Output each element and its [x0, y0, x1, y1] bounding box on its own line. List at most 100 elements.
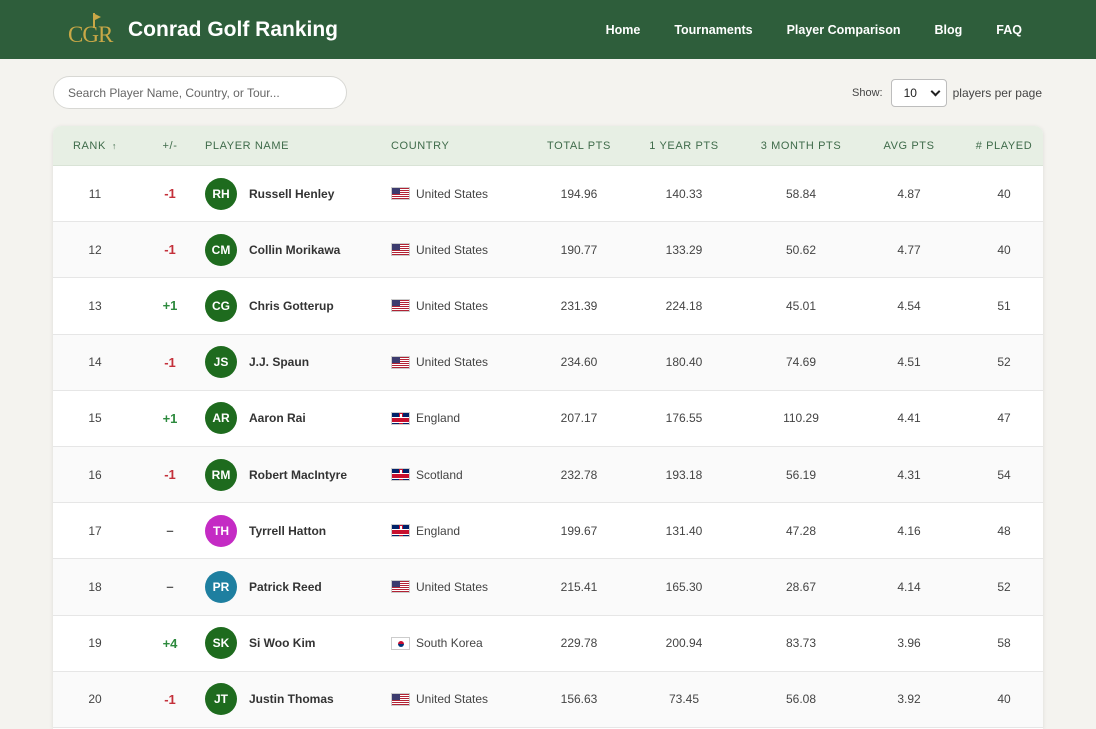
- avatar: RM: [205, 458, 237, 491]
- table-row[interactable]: 12 -1 CM Collin Morikawa United States 190.77…: [53, 222, 1043, 279]
- top-header: CGR Conrad Golf Ranking Home Tournaments…: [0, 0, 1096, 59]
- player-name[interactable]: Aaron Rai: [249, 411, 306, 425]
- nav-blog[interactable]: Blog: [935, 23, 963, 37]
- nav-home[interactable]: Home: [606, 23, 641, 37]
- table-row[interactable]: 11 -1 RH Russell Henley United States 194.96 1…: [53, 166, 1043, 223]
- year-pts-cell: 200.94: [665, 636, 703, 651]
- month-pts-cell: 50.62: [785, 242, 817, 257]
- per-page-select[interactable]: 10: [890, 78, 947, 107]
- nav-tournaments[interactable]: Tournaments: [674, 23, 752, 37]
- country-cell: England: [391, 524, 539, 538]
- logo-text: CGR: [68, 21, 113, 47]
- country-cell: United States: [391, 692, 539, 706]
- player-cell[interactable]: JS J.J. Spaun: [203, 346, 391, 379]
- year-pts-cell: 176.55: [665, 411, 703, 426]
- main-nav: Home Tournaments Player Comparison Blog …: [606, 23, 1022, 37]
- header-avg-pts[interactable]: Avg Pts: [853, 140, 965, 152]
- played-cell: 54: [997, 467, 1011, 482]
- table-row[interactable]: 17 – TH Tyrrell Hatton England 199.67 131.40 47…: [53, 503, 1043, 560]
- player-cell[interactable]: CG Chris Gotterup: [203, 289, 391, 322]
- player-cell[interactable]: RM Robert MacIntyre: [203, 458, 391, 491]
- player-cell[interactable]: PR Patrick Reed: [203, 570, 391, 603]
- rank-cell: 17: [88, 523, 102, 538]
- player-name[interactable]: Russell Henley: [249, 187, 334, 201]
- player-name[interactable]: Patrick Reed: [249, 580, 322, 594]
- header-played[interactable]: # Played: [965, 140, 1043, 152]
- uk-flag-icon: [391, 411, 410, 425]
- us-flag-icon: [391, 243, 410, 257]
- avg-pts-cell: 4.54: [897, 298, 921, 313]
- year-pts-cell: 224.18: [665, 298, 703, 313]
- brand-link[interactable]: CGR Conrad Golf Ranking: [68, 12, 338, 47]
- player-name[interactable]: Robert MacIntyre: [249, 468, 347, 482]
- header-rank[interactable]: Rank ↑: [53, 140, 137, 152]
- played-cell: 40: [997, 186, 1011, 201]
- per-page-value: 10: [903, 85, 917, 100]
- header-total-pts[interactable]: Total Pts: [539, 140, 619, 152]
- table-row[interactable]: 13 +1 CG Chris Gotterup United States 231.39 2…: [53, 278, 1043, 335]
- rank-cell: 13: [88, 298, 102, 313]
- avg-pts-cell: 4.41: [897, 411, 921, 426]
- us-flag-icon: [391, 580, 410, 594]
- rank-change: -1: [164, 467, 176, 483]
- table-row[interactable]: 16 -1 RM Robert MacIntyre Scotland 232.78 193.…: [53, 446, 1043, 504]
- total-pts-cell: 229.78: [560, 636, 598, 651]
- nav-player-comparison[interactable]: Player Comparison: [787, 23, 901, 37]
- played-cell: 51: [997, 298, 1011, 313]
- avg-pts-cell: 3.96: [897, 636, 921, 651]
- avg-pts-cell: 4.77: [897, 242, 921, 257]
- header-player-name[interactable]: Player Name: [203, 140, 391, 152]
- total-pts-cell: 215.41: [560, 579, 598, 594]
- country-cell: Scotland: [391, 468, 539, 482]
- player-name[interactable]: Tyrrell Hatton: [249, 524, 326, 538]
- total-pts-cell: 190.77: [560, 242, 598, 257]
- player-name[interactable]: Chris Gotterup: [249, 299, 334, 313]
- table-row[interactable]: 19 +4 SK Si Woo Kim South Korea 229.78 200.94 8…: [53, 616, 1043, 672]
- avg-pts-cell: 4.16: [897, 523, 921, 538]
- played-cell: 47: [997, 411, 1011, 426]
- header-3-month-pts[interactable]: 3 Month Pts: [749, 140, 853, 152]
- avg-pts-cell: 4.87: [897, 186, 921, 201]
- header-country[interactable]: Country: [391, 140, 539, 152]
- header-change[interactable]: +/-: [137, 140, 203, 152]
- table-row[interactable]: 20 -1 JT Justin Thomas United States 156.63 73…: [53, 671, 1043, 728]
- player-cell[interactable]: JT Justin Thomas: [203, 683, 391, 716]
- country-name: England: [416, 411, 461, 426]
- player-cell[interactable]: RH Russell Henley: [203, 177, 391, 210]
- rankings-table: Rank ↑ +/- Player Name Country Total Pts …: [53, 126, 1043, 729]
- nav-faq[interactable]: FAQ: [996, 23, 1022, 37]
- table-toolbar: Show: 10 players per page: [0, 59, 1096, 126]
- rank-change: -1: [164, 186, 176, 202]
- rank-cell: 11: [88, 186, 102, 201]
- total-pts-cell: 207.17: [560, 411, 598, 426]
- country-name: United States: [416, 298, 489, 313]
- player-name[interactable]: Si Woo Kim: [249, 636, 315, 650]
- table-row[interactable]: 14 -1 JS J.J. Spaun United States 234.60 180.4…: [53, 334, 1043, 391]
- total-pts-cell: 232.78: [560, 467, 598, 482]
- player-name[interactable]: J.J. Spaun: [249, 355, 309, 369]
- header-1-year-pts[interactable]: 1 Year Pts: [619, 140, 749, 152]
- country-name: United States: [416, 242, 489, 257]
- year-pts-cell: 193.18: [665, 467, 703, 482]
- player-cell[interactable]: AR Aaron Rai: [203, 402, 391, 435]
- uk-flag-icon: [391, 468, 410, 482]
- rank-cell: 14: [88, 355, 102, 370]
- table-row[interactable]: 15 +1 AR Aaron Rai England 207.17 176.55 110.29…: [53, 391, 1043, 447]
- player-cell[interactable]: TH Tyrrell Hatton: [203, 514, 391, 547]
- table-row[interactable]: 18 – PR Patrick Reed United States 215.41 165.…: [53, 559, 1043, 616]
- avatar: AR: [205, 402, 237, 435]
- player-cell[interactable]: SK Si Woo Kim: [203, 627, 391, 660]
- rank-change: -1: [164, 354, 176, 370]
- player-name[interactable]: Collin Morikawa: [249, 243, 340, 257]
- search-input[interactable]: [54, 77, 346, 108]
- player-name[interactable]: Justin Thomas: [249, 692, 334, 706]
- player-cell[interactable]: CM Collin Morikawa: [203, 233, 391, 266]
- brand-name: Conrad Golf Ranking: [128, 17, 338, 41]
- month-pts-cell: 58.84: [785, 186, 817, 201]
- year-pts-cell: 165.30: [665, 579, 703, 594]
- played-cell: 40: [997, 242, 1011, 257]
- total-pts-cell: 199.67: [560, 523, 598, 538]
- avatar: CG: [205, 289, 237, 322]
- rank-change: +1: [162, 298, 178, 314]
- played-cell: 40: [997, 692, 1011, 707]
